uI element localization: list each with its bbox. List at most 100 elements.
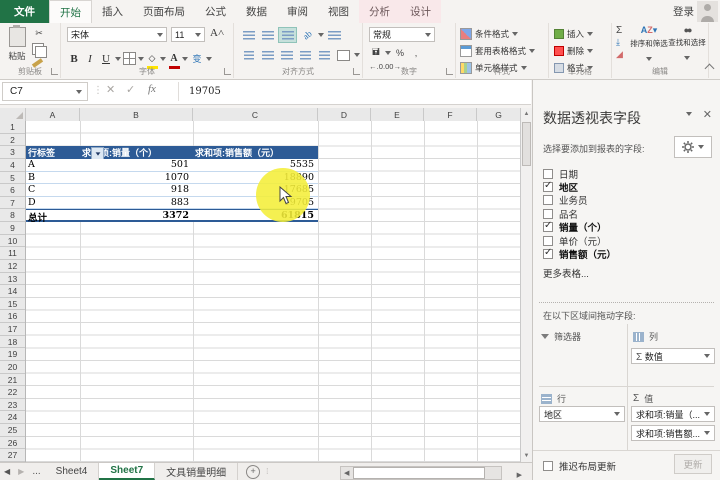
tab-review[interactable]: 审阅 xyxy=(277,0,318,23)
merge-dropdown-icon[interactable] xyxy=(354,53,360,57)
field-salesperson[interactable]: 业务员 xyxy=(543,194,588,207)
tab-view[interactable]: 视图 xyxy=(318,0,359,23)
row-header[interactable]: 12 xyxy=(0,260,25,273)
cell-B8[interactable]: 3372 xyxy=(80,210,193,220)
cell-B5[interactable]: 1070 xyxy=(80,172,193,184)
tab-home[interactable]: 开始 xyxy=(49,0,92,23)
sheet-tab-detail[interactable]: 文具销量明细 xyxy=(155,463,238,480)
tab-formulas[interactable]: 公式 xyxy=(195,0,236,23)
row-header[interactable]: 16 xyxy=(0,310,25,323)
row-header[interactable]: 10 xyxy=(0,235,25,248)
autosum-button[interactable]: Σ xyxy=(616,25,623,36)
user-avatar-icon[interactable] xyxy=(697,1,718,22)
more-sheets-button[interactable]: ... xyxy=(32,466,40,477)
column-header[interactable]: A xyxy=(26,108,80,121)
cell-A5[interactable]: B xyxy=(26,172,80,184)
select-all-corner[interactable] xyxy=(0,108,26,121)
vertical-scrollbar[interactable]: ▲ ▼ xyxy=(520,108,532,462)
row-header[interactable]: 23 xyxy=(0,399,25,412)
align-right-button[interactable] xyxy=(278,48,295,62)
pivot-header-cell[interactable]: 行标签 xyxy=(26,146,80,159)
field-date[interactable]: 日期 xyxy=(543,167,578,180)
accounting-format-icon[interactable]: 🖬 xyxy=(369,46,383,59)
row-header[interactable]: 14 xyxy=(0,285,25,298)
row-header[interactable]: 9 xyxy=(0,222,25,235)
checkbox-checked[interactable] xyxy=(543,249,553,259)
orientation-dropdown-icon[interactable] xyxy=(318,33,324,37)
sort-filter-button[interactable]: AZ▾ 排序和筛选 xyxy=(630,25,668,67)
row-header[interactable]: 27 xyxy=(0,449,25,462)
bold-button[interactable]: B xyxy=(67,52,81,65)
underline-button[interactable]: U xyxy=(99,52,113,65)
sheet-tab-sheet4[interactable]: Sheet4 xyxy=(45,463,100,480)
tabbar-splitter[interactable]: ⁞ xyxy=(266,463,268,480)
cell-B4[interactable]: 501 xyxy=(80,159,193,171)
row-header[interactable]: 3 xyxy=(0,146,25,159)
values-area-item[interactable]: 求和项:销量（... xyxy=(631,406,715,422)
enter-icon[interactable]: ✓ xyxy=(126,83,135,96)
tab-design[interactable]: 设计 xyxy=(400,0,441,23)
scroll-left-icon[interactable]: ◀ xyxy=(344,469,349,477)
row-header[interactable]: 22 xyxy=(0,386,25,399)
borders-icon[interactable] xyxy=(123,52,136,65)
field-product[interactable]: 品名 xyxy=(543,207,578,220)
field-region[interactable]: 地区 xyxy=(543,180,578,193)
scroll-down-icon[interactable]: ▼ xyxy=(521,453,532,459)
font-color-dropdown-icon[interactable] xyxy=(182,57,188,61)
row-header[interactable]: 17 xyxy=(0,323,25,336)
fill-button[interactable]: ⤓ xyxy=(616,37,623,48)
pane-close-icon[interactable]: ✕ xyxy=(703,108,712,121)
merge-center-button[interactable] xyxy=(335,48,352,62)
clipboard-dialog-launcher[interactable] xyxy=(51,68,58,75)
column-header[interactable]: B xyxy=(80,108,193,121)
tab-analyze[interactable]: 分析 xyxy=(359,0,400,23)
column-header[interactable]: G xyxy=(477,108,520,121)
vertical-scrollbar-thumb[interactable] xyxy=(522,122,531,166)
checkbox-checked[interactable] xyxy=(543,182,553,192)
pane-options-icon[interactable] xyxy=(686,112,692,116)
find-select-button[interactable]: ●● 查找和选择 xyxy=(668,25,706,66)
align-left-button[interactable] xyxy=(240,48,257,62)
alignment-dialog-launcher[interactable] xyxy=(353,68,360,75)
top-align-button[interactable] xyxy=(240,28,257,42)
increase-indent-button[interactable] xyxy=(316,48,333,62)
paste-button[interactable]: 粘贴 xyxy=(5,27,29,65)
prev-sheet-icon[interactable]: ◀ xyxy=(4,467,10,476)
cell-A4[interactable]: A xyxy=(26,159,80,171)
sign-in-button[interactable]: 登录 xyxy=(673,0,694,23)
cell-B6[interactable]: 918 xyxy=(80,184,193,196)
checkbox-checked[interactable] xyxy=(543,222,553,232)
row-header[interactable]: 11 xyxy=(0,247,25,260)
wrap-text-button[interactable] xyxy=(326,28,343,42)
comma-style-button[interactable]: , xyxy=(409,46,423,59)
checkbox-unchecked[interactable] xyxy=(543,169,553,179)
row-header[interactable]: 5 xyxy=(0,172,25,185)
cell-C4[interactable]: 5535 xyxy=(193,159,318,171)
pivot-header-cell[interactable]: 求和项:销售额（元） xyxy=(193,146,318,159)
underline-dropdown-icon[interactable] xyxy=(115,57,121,61)
tab-insert[interactable]: 插入 xyxy=(92,0,133,23)
field-sales-amount[interactable]: 销售额（元） xyxy=(543,247,616,260)
number-format-select[interactable]: 常规 xyxy=(369,27,435,42)
number-dialog-launcher[interactable] xyxy=(446,68,453,75)
font-dialog-launcher[interactable] xyxy=(224,68,231,75)
row-header[interactable]: 4 xyxy=(0,159,25,172)
row-header[interactable]: 26 xyxy=(0,437,25,450)
font-name-select[interactable]: 宋体 xyxy=(67,27,167,42)
clear-button[interactable]: ◢ xyxy=(616,49,623,60)
cell-A7[interactable]: D xyxy=(26,197,80,209)
defer-layout-checkbox[interactable] xyxy=(543,461,553,471)
tab-data[interactable]: 数据 xyxy=(236,0,277,23)
italic-button[interactable]: I xyxy=(83,52,97,65)
cell-A8[interactable]: 总计 xyxy=(26,210,80,220)
row-header[interactable]: 6 xyxy=(0,184,25,197)
scroll-up-icon[interactable]: ▲ xyxy=(521,111,532,117)
percent-style-button[interactable]: % xyxy=(393,46,407,59)
phonetic-dropdown-icon[interactable] xyxy=(206,57,212,61)
formula-input[interactable]: 19705 xyxy=(178,82,529,101)
cell-A6[interactable]: C xyxy=(26,184,80,196)
defer-layout-row[interactable]: 推迟布局更新 xyxy=(543,459,616,473)
column-header[interactable]: E xyxy=(371,108,424,121)
column-header[interactable]: D xyxy=(318,108,371,121)
columns-area-item[interactable]: Σ 数值 xyxy=(631,348,715,364)
